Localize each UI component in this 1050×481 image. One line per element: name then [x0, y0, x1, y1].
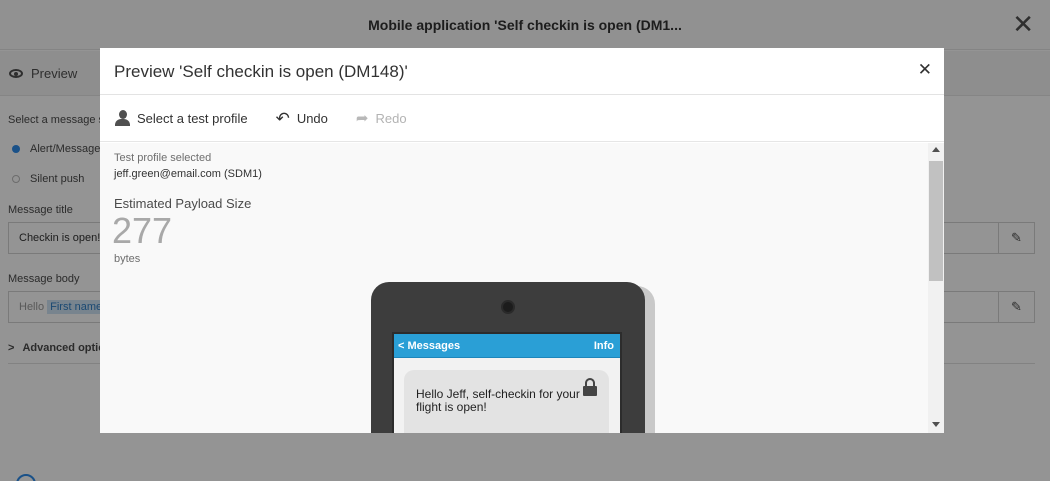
phone-preview: < Messages Info Hello Jeff, self-checkin… [371, 282, 645, 433]
undo-label: Undo [296, 110, 328, 126]
message-text: Hello Jeff, self-checkin for your flight… [416, 387, 580, 414]
person-icon [115, 110, 130, 126]
redo-label: Redo [375, 110, 407, 126]
dialog-header: Preview 'Self checkin is open (DM148)' ✕ [100, 48, 944, 95]
message-bubble: Hello Jeff, self-checkin for your flight… [404, 370, 609, 433]
select-test-profile-button[interactable]: Select a test profile [115, 110, 248, 126]
dialog-title: Preview 'Self checkin is open (DM148)' [114, 62, 408, 81]
select-test-profile-label: Select a test profile [137, 110, 248, 126]
preview-dialog: Preview 'Self checkin is open (DM148)' ✕… [100, 48, 944, 433]
payload-size-label: Estimated Payload Size [114, 196, 252, 211]
scroll-down-icon[interactable] [932, 422, 940, 427]
phone-camera-icon [501, 300, 515, 314]
messages-bar: < Messages Info [394, 334, 620, 358]
test-profile-label: Test profile selected [114, 152, 212, 164]
message-area: Hello Jeff, self-checkin for your flight… [394, 358, 620, 433]
messages-back-label: < Messages [398, 340, 461, 352]
scroll-up-icon[interactable] [932, 147, 940, 152]
dialog-close-icon[interactable]: ✕ [918, 60, 932, 80]
messages-info-label: Info [593, 340, 614, 352]
phone-screen: < Messages Info Hello Jeff, self-checkin… [392, 332, 622, 433]
vertical-scrollbar[interactable] [928, 143, 944, 433]
payload-size-value: 277 [112, 210, 173, 251]
undo-icon: ↶ [275, 108, 290, 128]
lock-icon [583, 378, 597, 396]
dialog-toolbar: Select a test profile ↶ Undo ➦ Redo [100, 95, 944, 142]
scroll-thumb[interactable] [929, 161, 943, 281]
undo-button[interactable]: ↶ Undo [275, 108, 328, 128]
redo-icon: ➦ [355, 109, 369, 127]
payload-size-unit: bytes [114, 253, 141, 265]
test-profile-value: jeff.green@email.com (SDM1) [114, 168, 262, 180]
redo-button[interactable]: ➦ Redo [356, 111, 407, 126]
dialog-body: Test profile selected jeff.green@email.c… [100, 143, 944, 433]
